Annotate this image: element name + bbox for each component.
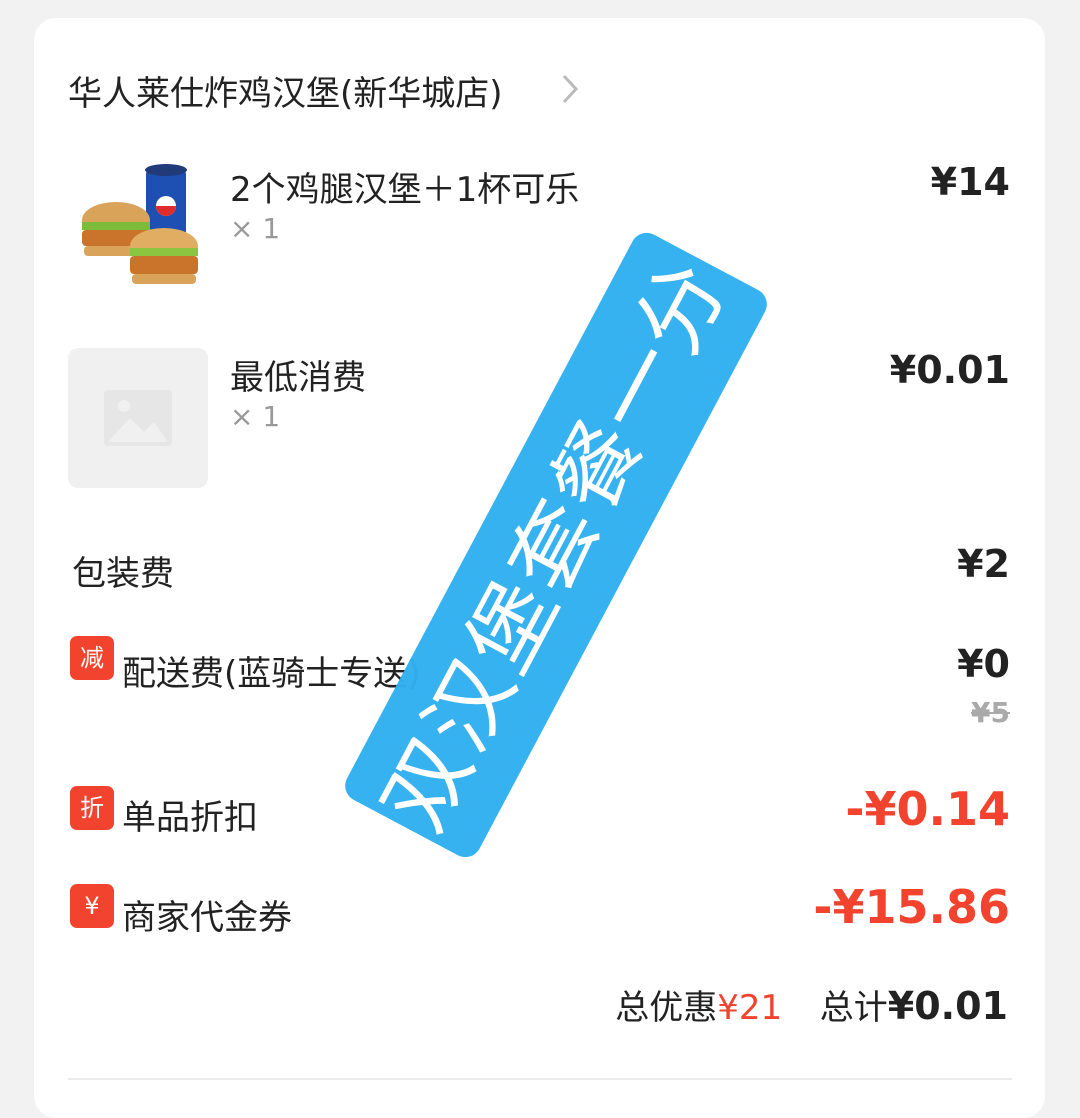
shop-name[interactable]: 华人莱仕炸鸡汉堡(新华城店) xyxy=(68,66,503,115)
packaging-fee-label: 包装费 xyxy=(72,554,174,594)
item-thumbnail-placeholder xyxy=(68,348,208,488)
item-name: 2个鸡腿汉堡＋1杯可乐 xyxy=(230,170,580,210)
packaging-fee-value: ¥2 xyxy=(957,542,1010,586)
voucher-label: 商家代金券 xyxy=(122,898,292,938)
burger-combo-image xyxy=(82,164,198,284)
delivery-fee-value: ¥0 xyxy=(957,642,1010,686)
item-thumbnail-burger-combo xyxy=(68,158,208,298)
voucher-badge-icon: ¥ xyxy=(70,884,114,928)
discount-badge-icon: 减 xyxy=(70,636,114,680)
total-discount-value: ¥21 xyxy=(717,988,783,1028)
image-placeholder-icon xyxy=(104,390,172,446)
voucher-value: -¥15.86 xyxy=(813,880,1010,934)
item-quantity: × 1 xyxy=(230,400,281,433)
item-quantity: × 1 xyxy=(230,212,281,245)
discount-badge-icon: 折 xyxy=(70,786,114,830)
delivery-fee-original: ¥5 xyxy=(971,696,1010,729)
divider xyxy=(68,1078,1012,1080)
item-name: 最低消费 xyxy=(230,358,366,398)
item-price: ¥0.01 xyxy=(889,348,1010,392)
item-discount-value: -¥0.14 xyxy=(845,782,1010,836)
order-summary: 总优惠¥21 总计¥0.01 xyxy=(615,980,1008,1029)
chevron-right-icon[interactable] xyxy=(558,72,582,106)
total-label: 总计 xyxy=(819,988,888,1028)
total-discount-label: 总优惠 xyxy=(615,988,718,1028)
delivery-fee-label: 配送费(蓝骑士专送) xyxy=(122,654,421,694)
total-value: ¥0.01 xyxy=(887,984,1008,1028)
item-price: ¥14 xyxy=(930,160,1010,204)
item-discount-label: 单品折扣 xyxy=(122,798,258,838)
